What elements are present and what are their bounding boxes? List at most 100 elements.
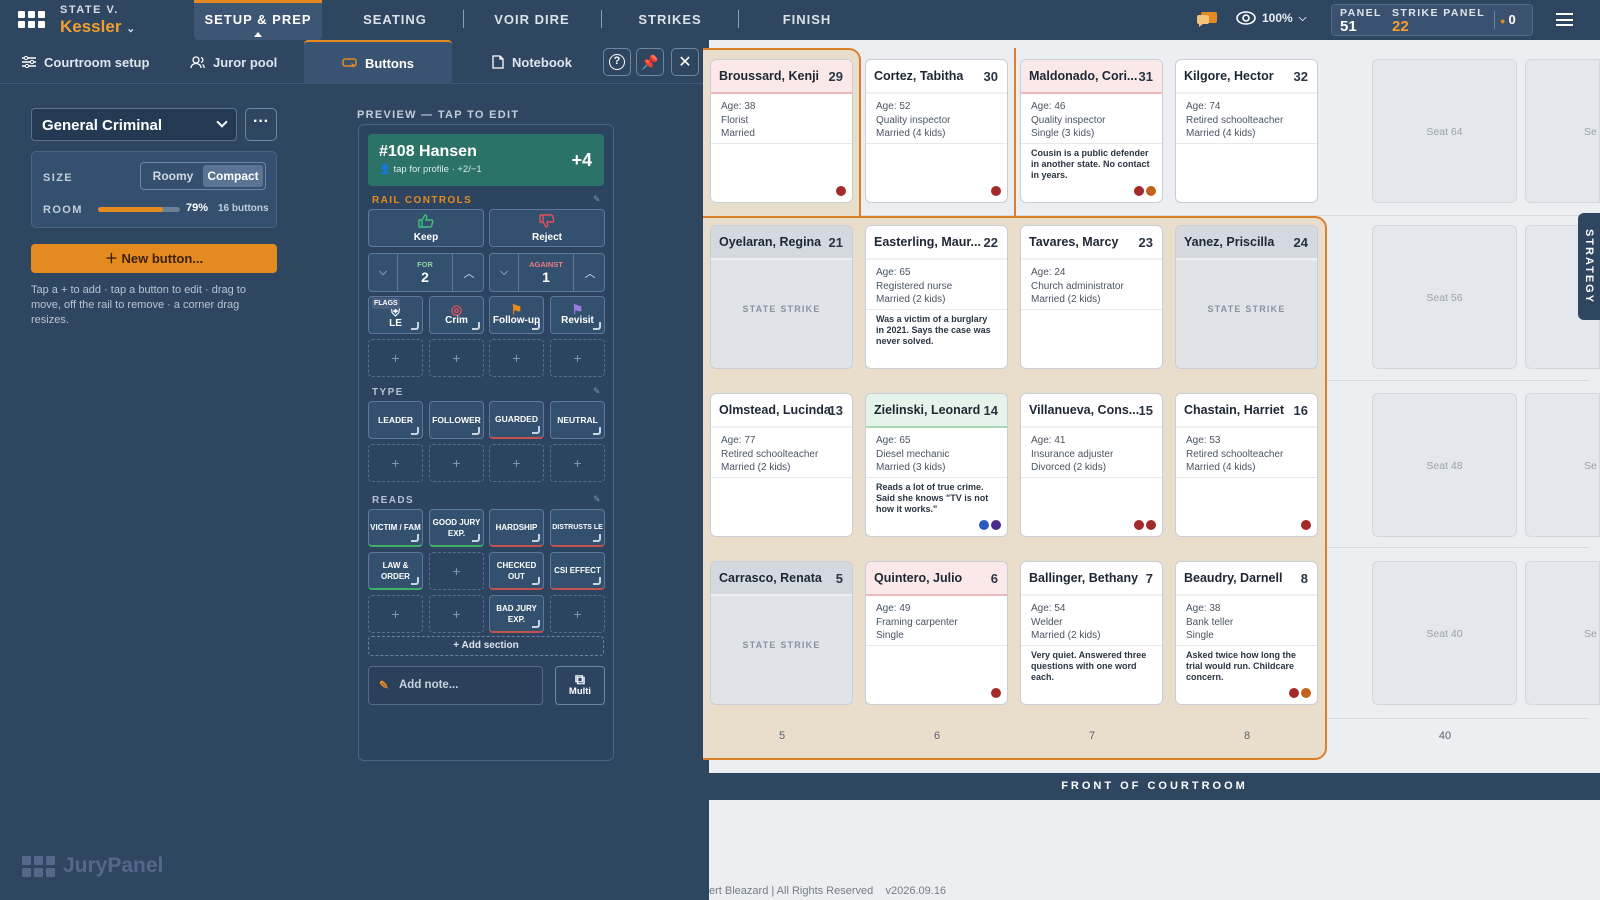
juror-seat-card[interactable]: Quintero, Julio 6 Age: 49 Framing carpenter…: [865, 561, 1008, 705]
add-slot-button[interactable]: +: [429, 339, 484, 377]
hamburger-menu-icon[interactable]: [1556, 13, 1573, 26]
close-button[interactable]: ✕: [671, 48, 699, 76]
alert-count-value: 0: [1508, 12, 1516, 27]
empty-seat[interactable]: Se: [1525, 561, 1600, 705]
add-slot-button[interactable]: +: [550, 444, 605, 482]
pencil-icon[interactable]: ✎: [593, 494, 601, 505]
for-increment-button[interactable]: ︿: [455, 254, 483, 291]
read-checked-out-button[interactable]: CHECKED OUT: [489, 552, 544, 590]
preview-juror-header[interactable]: #108 Hansen 👤 tap for profile · +2/−1 +4: [368, 134, 604, 186]
add-slot-button[interactable]: +: [429, 595, 484, 633]
flag-follow-up-button[interactable]: ⚑ Follow-up: [489, 296, 544, 334]
size-compact-option[interactable]: Compact: [203, 165, 263, 187]
juror-number: 16: [1293, 403, 1308, 418]
multi-button[interactable]: ⧉ Multi: [555, 666, 605, 705]
add-section-button[interactable]: + Add section: [368, 636, 604, 656]
read-law-order-button[interactable]: LAW & ORDER: [368, 552, 423, 590]
apps-grid-icon[interactable]: [18, 11, 45, 29]
type-leader-button[interactable]: LEADER: [368, 401, 423, 439]
type-follower-button[interactable]: FOLLOWER: [429, 401, 484, 439]
add-slot-button[interactable]: +: [429, 444, 484, 482]
juror-seat-card[interactable]: Kilgore, Hector 32 Age: 74 Retired schoolte…: [1175, 59, 1318, 203]
flag-label: Crim: [445, 315, 468, 326]
tab-notebook[interactable]: Notebook: [492, 40, 572, 84]
tab-courtroom-setup[interactable]: Courtroom setup: [22, 40, 149, 84]
add-slot-button[interactable]: +: [550, 595, 605, 633]
empty-seat[interactable]: Seat 64: [1372, 59, 1517, 203]
flag-crim-button[interactable]: ◎ Crim: [429, 296, 484, 334]
read-good-jury-exp-button[interactable]: GOOD JURY EXP.: [429, 509, 484, 547]
column-label: 7: [1088, 730, 1096, 742]
juror-seat-card[interactable]: Zielinski, Leonard 14 Age: 65 Diesel mechan…: [865, 393, 1008, 537]
alert-count[interactable]: ● 0: [1500, 12, 1516, 27]
flag-revisit-button[interactable]: ⚑ Revisit: [550, 296, 605, 334]
strategy-drawer-tab[interactable]: STRATEGY: [1578, 213, 1600, 320]
add-slot-button[interactable]: +: [550, 339, 605, 377]
type-neutral-button[interactable]: NEUTRAL: [550, 401, 605, 439]
button-icon: [342, 57, 357, 68]
juror-seat-card[interactable]: Oyelaran, Regina 21 STATE STRIKE: [710, 225, 853, 369]
juror-seat-card[interactable]: Olmstead, Lucinda 13 Age: 77 Retired school…: [710, 393, 853, 537]
nav-strikes[interactable]: STRIKES: [625, 0, 715, 40]
read-victim-fam-button[interactable]: VICTIM / FAM: [368, 509, 423, 547]
case-selector[interactable]: STATE V. Kessler ⌄: [60, 4, 135, 37]
empty-seat[interactable]: Seat 40: [1372, 561, 1517, 705]
add-slot-button[interactable]: +: [429, 552, 484, 590]
empty-seat[interactable]: Se: [1525, 393, 1600, 537]
add-slot-button[interactable]: +: [368, 444, 423, 482]
empty-seat[interactable]: Seat 48: [1372, 393, 1517, 537]
juror-seat-card[interactable]: Ballinger, Bethany 7 Age: 54 Welder Married …: [1020, 561, 1163, 705]
nav-setup-prep[interactable]: SETUP & PREP: [194, 0, 322, 40]
juror-seat-card[interactable]: Broussard, Kenji 29 Age: 38 Florist Married: [710, 59, 853, 203]
add-slot-button[interactable]: +: [489, 339, 544, 377]
tab-juror-pool[interactable]: Juror pool: [190, 40, 277, 84]
add-note-placeholder: Add note...: [399, 679, 459, 691]
chat-icon[interactable]: [1196, 11, 1218, 28]
juror-details: Age: 65 Diesel mechanic Married (3 kids): [866, 428, 1007, 478]
juror-age: Age: 74: [1186, 101, 1221, 112]
empty-seat[interactable]: Seat 56: [1372, 225, 1517, 369]
juror-seat-card[interactable]: Maldonado, Cori... 31 Age: 46 Quality inspe…: [1020, 59, 1163, 203]
nav-seating[interactable]: SEATING: [350, 0, 440, 40]
against-decrement-button[interactable]: ⌵: [490, 254, 518, 291]
new-button-button[interactable]: ＋ New button...: [31, 244, 277, 273]
add-slot-button[interactable]: +: [489, 444, 544, 482]
size-roomy-option[interactable]: Roomy: [143, 165, 203, 187]
add-note-input[interactable]: ✎ Add note...: [368, 666, 543, 705]
pin-button[interactable]: 📌: [636, 48, 664, 76]
more-options-button[interactable]: ···: [245, 108, 277, 141]
tab-buttons[interactable]: Buttons: [304, 40, 452, 84]
pencil-icon[interactable]: ✎: [593, 386, 601, 397]
nav-voir-dire[interactable]: VOIR DIRE: [487, 0, 577, 40]
add-slot-button[interactable]: +: [368, 339, 423, 377]
preset-select[interactable]: General Criminal: [31, 108, 237, 141]
juror-seat-card[interactable]: Carrasco, Renata 5 STATE STRIKE: [710, 561, 853, 705]
read-csi-effect-button[interactable]: CSI EFFECT: [550, 552, 605, 590]
read-distrusts-le-button[interactable]: DISTRUSTS LE: [550, 509, 605, 547]
juror-number: 5: [835, 571, 843, 586]
for-decrement-button[interactable]: ⌵: [369, 254, 397, 291]
juror-seat-card[interactable]: Beaudry, Darnell 8 Age: 38 Bank teller Singl…: [1175, 561, 1318, 705]
add-slot-button[interactable]: +: [368, 595, 423, 633]
reject-button[interactable]: Reject: [489, 209, 605, 247]
juror-seat-card[interactable]: Yanez, Priscilla 24 STATE STRIKE: [1175, 225, 1318, 369]
help-button[interactable]: ?: [603, 48, 631, 76]
keep-button[interactable]: Keep: [368, 209, 484, 247]
juror-seat-card[interactable]: Easterling, Maur... 22 Age: 65 Registered n…: [865, 225, 1008, 369]
nav-finish[interactable]: FINISH: [762, 0, 852, 40]
against-increment-button[interactable]: ︿: [576, 254, 604, 291]
juror-seat-card[interactable]: Tavares, Marcy 23 Age: 24 Church administra…: [1020, 225, 1163, 369]
pencil-icon[interactable]: ✎: [593, 194, 601, 205]
read-hardship-button[interactable]: HARDSHIP: [489, 509, 544, 547]
juror-seat-card[interactable]: Cortez, Tabitha 30 Age: 52 Quality inspecto…: [865, 59, 1008, 203]
juror-name: Broussard, Kenji: [719, 69, 820, 83]
juror-seat-card[interactable]: Villanueva, Cons... 15 Age: 41 Insurance ad…: [1020, 393, 1163, 537]
read-bad-jury-exp-button[interactable]: BAD JURY EXP.: [489, 595, 544, 633]
empty-seat[interactable]: Se: [1525, 59, 1600, 203]
type-guarded-button[interactable]: GUARDED: [489, 401, 544, 439]
zoom-control[interactable]: 100% ⌵: [1236, 11, 1306, 25]
juror-name: Easterling, Maur...: [874, 235, 981, 249]
juror-seat-card[interactable]: Chastain, Harriet 16 Age: 53 Retired school…: [1175, 393, 1318, 537]
column-label: 8: [1243, 730, 1251, 742]
flag-le-button[interactable]: FLAGS ⛨ LE: [368, 296, 423, 334]
